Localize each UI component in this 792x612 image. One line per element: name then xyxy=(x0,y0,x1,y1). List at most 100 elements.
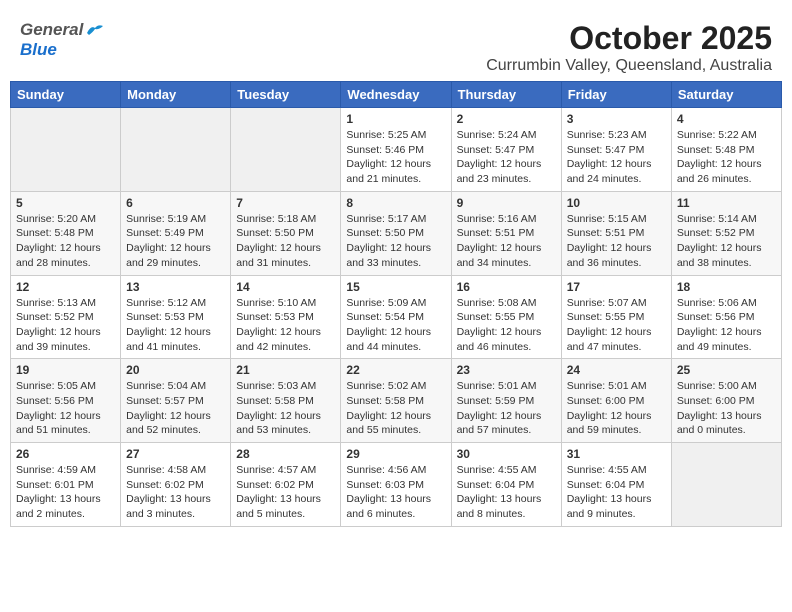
table-row: 29 Sunrise: 4:56 AMSunset: 6:03 PMDayligh… xyxy=(341,443,451,527)
day-info: Sunrise: 4:58 AMSunset: 6:02 PMDaylight:… xyxy=(126,463,225,522)
day-info: Sunrise: 5:23 AMSunset: 5:47 PMDaylight:… xyxy=(567,128,666,187)
calendar-week-row: 26 Sunrise: 4:59 AMSunset: 6:01 PMDayligh… xyxy=(11,443,782,527)
day-info: Sunrise: 5:16 AMSunset: 5:51 PMDaylight:… xyxy=(457,212,556,271)
col-friday: Friday xyxy=(561,82,671,108)
table-row: 5Sunrise: 5:20 AMSunset: 5:48 PMDaylight… xyxy=(11,191,121,275)
day-number: 18 xyxy=(677,280,776,294)
day-number: 5 xyxy=(16,196,115,210)
day-number: 28 xyxy=(236,447,335,461)
day-number: 21 xyxy=(236,363,335,377)
page-subtitle: Currumbin Valley, Queensland, Australia xyxy=(486,57,772,75)
day-number: 19 xyxy=(16,363,115,377)
table-row: 31 Sunrise: 4:55 AMSunset: 6:04 PMDayligh… xyxy=(561,443,671,527)
table-row: 14 Sunrise: 5:10 AMSunset: 5:53 PMDayligh… xyxy=(231,275,341,359)
table-row: 24 Sunrise: 5:01 AMSunset: 6:00 PMDayligh… xyxy=(561,359,671,443)
day-number: 6 xyxy=(126,196,225,210)
day-number: 3 xyxy=(567,112,666,126)
day-info: Sunrise: 4:59 AMSunset: 6:01 PMDaylight:… xyxy=(16,463,115,522)
day-info: Sunrise: 5:09 AMSunset: 5:54 PMDaylight:… xyxy=(346,296,445,355)
logo-general: General xyxy=(20,20,83,40)
table-row: 16 Sunrise: 5:08 AMSunset: 5:55 PMDayligh… xyxy=(451,275,561,359)
col-monday: Monday xyxy=(121,82,231,108)
table-row: 21 Sunrise: 5:03 AMSunset: 5:58 PMDayligh… xyxy=(231,359,341,443)
table-row: 19 Sunrise: 5:05 AMSunset: 5:56 PMDayligh… xyxy=(11,359,121,443)
day-info: Sunrise: 5:00 AMSunset: 6:00 PMDaylight:… xyxy=(677,379,776,438)
day-info: Sunrise: 5:25 AMSunset: 5:46 PMDaylight:… xyxy=(346,128,445,187)
table-row: 25Sunrise: 5:00 AMSunset: 6:00 PMDayligh… xyxy=(671,359,781,443)
day-info: Sunrise: 5:19 AMSunset: 5:49 PMDaylight:… xyxy=(126,212,225,271)
day-info: Sunrise: 5:17 AMSunset: 5:50 PMDaylight:… xyxy=(346,212,445,271)
day-info: Sunrise: 5:07 AMSunset: 5:55 PMDaylight:… xyxy=(567,296,666,355)
calendar-week-row: 1 Sunrise: 5:25 AMSunset: 5:46 PMDaylight… xyxy=(11,108,782,192)
day-number: 15 xyxy=(346,280,445,294)
day-number: 29 xyxy=(346,447,445,461)
logo: General Blue xyxy=(20,20,103,60)
day-info: Sunrise: 5:14 AMSunset: 5:52 PMDaylight:… xyxy=(677,212,776,271)
table-row: 11 Sunrise: 5:14 AMSunset: 5:52 PMDayligh… xyxy=(671,191,781,275)
day-info: Sunrise: 5:12 AMSunset: 5:53 PMDaylight:… xyxy=(126,296,225,355)
day-info: Sunrise: 5:22 AMSunset: 5:48 PMDaylight:… xyxy=(677,128,776,187)
day-info: Sunrise: 5:13 AMSunset: 5:52 PMDaylight:… xyxy=(16,296,115,355)
table-row: 13 Sunrise: 5:12 AMSunset: 5:53 PMDayligh… xyxy=(121,275,231,359)
day-number: 4 xyxy=(677,112,776,126)
day-info: Sunrise: 4:57 AMSunset: 6:02 PMDaylight:… xyxy=(236,463,335,522)
day-number: 7 xyxy=(236,196,335,210)
table-row: 23Sunrise: 5:01 AMSunset: 5:59 PMDayligh… xyxy=(451,359,561,443)
day-info: Sunrise: 4:56 AMSunset: 6:03 PMDaylight:… xyxy=(346,463,445,522)
day-number: 24 xyxy=(567,363,666,377)
day-info: Sunrise: 5:03 AMSunset: 5:58 PMDaylight:… xyxy=(236,379,335,438)
day-info: Sunrise: 5:08 AMSunset: 5:55 PMDaylight:… xyxy=(457,296,556,355)
table-row: 17 Sunrise: 5:07 AMSunset: 5:55 PMDayligh… xyxy=(561,275,671,359)
day-number: 14 xyxy=(236,280,335,294)
day-number: 8 xyxy=(346,196,445,210)
table-row: 20Sunrise: 5:04 AMSunset: 5:57 PMDayligh… xyxy=(121,359,231,443)
table-row: 7Sunrise: 5:18 AMSunset: 5:50 PMDaylight… xyxy=(231,191,341,275)
calendar-week-row: 12Sunrise: 5:13 AMSunset: 5:52 PMDayligh… xyxy=(11,275,782,359)
day-number: 13 xyxy=(126,280,225,294)
day-info: Sunrise: 5:15 AMSunset: 5:51 PMDaylight:… xyxy=(567,212,666,271)
day-number: 1 xyxy=(346,112,445,126)
table-row: 4 Sunrise: 5:22 AMSunset: 5:48 PMDaylight… xyxy=(671,108,781,192)
table-row: 22 Sunrise: 5:02 AMSunset: 5:58 PMDayligh… xyxy=(341,359,451,443)
day-number: 9 xyxy=(457,196,556,210)
table-row: 6 Sunrise: 5:19 AMSunset: 5:49 PMDaylight… xyxy=(121,191,231,275)
day-info: Sunrise: 5:24 AMSunset: 5:47 PMDaylight:… xyxy=(457,128,556,187)
col-sunday: Sunday xyxy=(11,82,121,108)
table-row: 2 Sunrise: 5:24 AMSunset: 5:47 PMDaylight… xyxy=(451,108,561,192)
day-info: Sunrise: 5:10 AMSunset: 5:53 PMDaylight:… xyxy=(236,296,335,355)
day-number: 31 xyxy=(567,447,666,461)
table-row xyxy=(11,108,121,192)
col-saturday: Saturday xyxy=(671,82,781,108)
day-number: 27 xyxy=(126,447,225,461)
table-row: 9 Sunrise: 5:16 AMSunset: 5:51 PMDaylight… xyxy=(451,191,561,275)
day-number: 11 xyxy=(677,196,776,210)
day-number: 20 xyxy=(126,363,225,377)
day-info: Sunrise: 4:55 AMSunset: 6:04 PMDaylight:… xyxy=(567,463,666,522)
day-number: 16 xyxy=(457,280,556,294)
table-row: 3 Sunrise: 5:23 AMSunset: 5:47 PMDaylight… xyxy=(561,108,671,192)
day-number: 22 xyxy=(346,363,445,377)
day-number: 2 xyxy=(457,112,556,126)
table-row: 30Sunrise: 4:55 AMSunset: 6:04 PMDayligh… xyxy=(451,443,561,527)
day-info: Sunrise: 5:02 AMSunset: 5:58 PMDaylight:… xyxy=(346,379,445,438)
day-info: Sunrise: 5:06 AMSunset: 5:56 PMDaylight:… xyxy=(677,296,776,355)
table-row: 27 Sunrise: 4:58 AMSunset: 6:02 PMDayligh… xyxy=(121,443,231,527)
col-thursday: Thursday xyxy=(451,82,561,108)
logo-blue: Blue xyxy=(20,40,57,59)
day-number: 26 xyxy=(16,447,115,461)
table-row xyxy=(231,108,341,192)
col-tuesday: Tuesday xyxy=(231,82,341,108)
table-row: 8 Sunrise: 5:17 AMSunset: 5:50 PMDaylight… xyxy=(341,191,451,275)
table-row: 18 Sunrise: 5:06 AMSunset: 5:56 PMDayligh… xyxy=(671,275,781,359)
calendar-header-row: Sunday Monday Tuesday Wednesday Thursday… xyxy=(11,82,782,108)
table-row xyxy=(671,443,781,527)
table-row: 10Sunrise: 5:15 AMSunset: 5:51 PMDayligh… xyxy=(561,191,671,275)
day-number: 17 xyxy=(567,280,666,294)
day-info: Sunrise: 4:55 AMSunset: 6:04 PMDaylight:… xyxy=(457,463,556,522)
header: General Blue October 2025 Currumbin Vall… xyxy=(10,10,782,81)
day-info: Sunrise: 5:05 AMSunset: 5:56 PMDaylight:… xyxy=(16,379,115,438)
day-info: Sunrise: 5:01 AMSunset: 6:00 PMDaylight:… xyxy=(567,379,666,438)
table-row: 28 Sunrise: 4:57 AMSunset: 6:02 PMDayligh… xyxy=(231,443,341,527)
table-row: 1 Sunrise: 5:25 AMSunset: 5:46 PMDaylight… xyxy=(341,108,451,192)
table-row: 12Sunrise: 5:13 AMSunset: 5:52 PMDayligh… xyxy=(11,275,121,359)
